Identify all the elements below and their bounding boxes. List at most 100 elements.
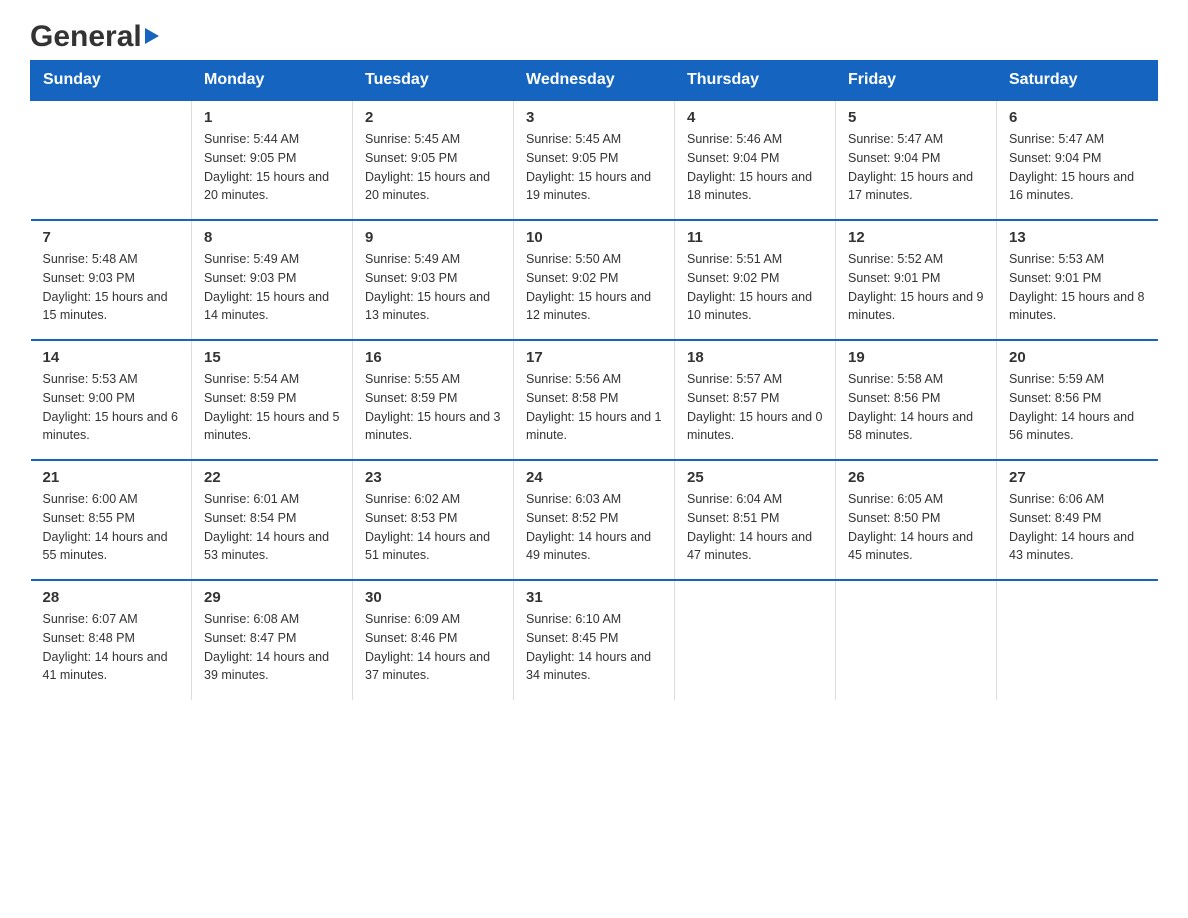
day-number: 31 xyxy=(526,589,662,606)
logo-general: General xyxy=(30,20,142,54)
day-number: 6 xyxy=(1009,109,1146,126)
weekday-header-tuesday: Tuesday xyxy=(353,61,514,101)
page-header: General xyxy=(30,20,1158,50)
calendar-week-row: 28Sunrise: 6:07 AMSunset: 8:48 PMDayligh… xyxy=(31,580,1158,700)
weekday-header-sunday: Sunday xyxy=(31,61,192,101)
day-info: Sunrise: 5:51 AMSunset: 9:02 PMDaylight:… xyxy=(687,250,823,325)
day-number: 1 xyxy=(204,109,340,126)
calendar-cell: 2Sunrise: 5:45 AMSunset: 9:05 PMDaylight… xyxy=(353,100,514,220)
day-info: Sunrise: 6:07 AMSunset: 8:48 PMDaylight:… xyxy=(43,610,180,685)
day-number: 27 xyxy=(1009,469,1146,486)
weekday-header-friday: Friday xyxy=(836,61,997,101)
day-number: 15 xyxy=(204,349,340,366)
day-number: 9 xyxy=(365,229,501,246)
day-info: Sunrise: 5:49 AMSunset: 9:03 PMDaylight:… xyxy=(204,250,340,325)
day-info: Sunrise: 5:54 AMSunset: 8:59 PMDaylight:… xyxy=(204,370,340,445)
calendar-cell: 23 Sunrise: 6:02 AMSunset: 8:53 PMDayligh… xyxy=(353,460,514,580)
day-number: 17 xyxy=(526,349,662,366)
day-info: Sunrise: 6:01 AMSunset: 8:54 PMDaylight:… xyxy=(204,490,340,565)
calendar-cell: 22 Sunrise: 6:01 AMSunset: 8:54 PMDayligh… xyxy=(192,460,353,580)
calendar-cell xyxy=(836,580,997,700)
day-number: 11 xyxy=(687,229,823,246)
day-number: 3 xyxy=(526,109,662,126)
calendar-cell: 7Sunrise: 5:48 AMSunset: 9:03 PMDaylight… xyxy=(31,220,192,340)
calendar-cell: 17 Sunrise: 5:56 AMSunset: 8:58 PMDayligh… xyxy=(514,340,675,460)
day-info: Sunrise: 5:55 AMSunset: 8:59 PMDaylight:… xyxy=(365,370,501,445)
calendar-cell: 3 Sunrise: 5:45 AMSunset: 9:05 PMDaylight… xyxy=(514,100,675,220)
calendar-cell: 26 Sunrise: 6:05 AMSunset: 8:50 PMDayligh… xyxy=(836,460,997,580)
calendar-cell: 19Sunrise: 5:58 AMSunset: 8:56 PMDayligh… xyxy=(836,340,997,460)
calendar-week-row: 21 Sunrise: 6:00 AMSunset: 8:55 PMDayligh… xyxy=(31,460,1158,580)
day-info: Sunrise: 5:44 AMSunset: 9:05 PMDaylight:… xyxy=(204,130,340,205)
calendar-week-row: 1 Sunrise: 5:44 AMSunset: 9:05 PMDaylight… xyxy=(31,100,1158,220)
calendar-cell: 16 Sunrise: 5:55 AMSunset: 8:59 PMDayligh… xyxy=(353,340,514,460)
day-info: Sunrise: 6:10 AMSunset: 8:45 PMDaylight:… xyxy=(526,610,662,685)
calendar-cell: 29 Sunrise: 6:08 AMSunset: 8:47 PMDayligh… xyxy=(192,580,353,700)
day-info: Sunrise: 6:04 AMSunset: 8:51 PMDaylight:… xyxy=(687,490,823,565)
day-number: 20 xyxy=(1009,349,1146,366)
day-info: Sunrise: 5:49 AMSunset: 9:03 PMDaylight:… xyxy=(365,250,501,325)
weekday-header-monday: Monday xyxy=(192,61,353,101)
day-number: 16 xyxy=(365,349,501,366)
day-info: Sunrise: 5:45 AMSunset: 9:05 PMDaylight:… xyxy=(365,130,501,205)
calendar-cell xyxy=(675,580,836,700)
calendar-table: SundayMondayTuesdayWednesdayThursdayFrid… xyxy=(30,60,1158,700)
calendar-cell: 15 Sunrise: 5:54 AMSunset: 8:59 PMDayligh… xyxy=(192,340,353,460)
day-number: 25 xyxy=(687,469,823,486)
day-number: 30 xyxy=(365,589,501,606)
day-info: Sunrise: 6:00 AMSunset: 8:55 PMDaylight:… xyxy=(43,490,180,565)
day-info: Sunrise: 6:03 AMSunset: 8:52 PMDaylight:… xyxy=(526,490,662,565)
day-number: 21 xyxy=(43,469,180,486)
day-number: 7 xyxy=(43,229,180,246)
weekday-header-row: SundayMondayTuesdayWednesdayThursdayFrid… xyxy=(31,61,1158,101)
calendar-cell: 8 Sunrise: 5:49 AMSunset: 9:03 PMDaylight… xyxy=(192,220,353,340)
day-info: Sunrise: 5:47 AMSunset: 9:04 PMDaylight:… xyxy=(1009,130,1146,205)
logo: General xyxy=(30,20,159,50)
day-number: 19 xyxy=(848,349,984,366)
day-info: Sunrise: 6:06 AMSunset: 8:49 PMDaylight:… xyxy=(1009,490,1146,565)
day-number: 8 xyxy=(204,229,340,246)
calendar-cell: 13Sunrise: 5:53 AMSunset: 9:01 PMDayligh… xyxy=(997,220,1158,340)
calendar-cell: 25 Sunrise: 6:04 AMSunset: 8:51 PMDayligh… xyxy=(675,460,836,580)
day-info: Sunrise: 5:45 AMSunset: 9:05 PMDaylight:… xyxy=(526,130,662,205)
weekday-header-thursday: Thursday xyxy=(675,61,836,101)
calendar-cell: 10 Sunrise: 5:50 AMSunset: 9:02 PMDayligh… xyxy=(514,220,675,340)
calendar-cell: 24 Sunrise: 6:03 AMSunset: 8:52 PMDayligh… xyxy=(514,460,675,580)
day-number: 24 xyxy=(526,469,662,486)
day-number: 26 xyxy=(848,469,984,486)
day-number: 18 xyxy=(687,349,823,366)
day-number: 12 xyxy=(848,229,984,246)
day-info: Sunrise: 6:08 AMSunset: 8:47 PMDaylight:… xyxy=(204,610,340,685)
day-info: Sunrise: 5:57 AMSunset: 8:57 PMDaylight:… xyxy=(687,370,823,445)
calendar-cell: 21 Sunrise: 6:00 AMSunset: 8:55 PMDayligh… xyxy=(31,460,192,580)
day-info: Sunrise: 6:09 AMSunset: 8:46 PMDaylight:… xyxy=(365,610,501,685)
day-number: 23 xyxy=(365,469,501,486)
calendar-cell: 30 Sunrise: 6:09 AMSunset: 8:46 PMDayligh… xyxy=(353,580,514,700)
day-number: 22 xyxy=(204,469,340,486)
day-info: Sunrise: 5:46 AMSunset: 9:04 PMDaylight:… xyxy=(687,130,823,205)
calendar-cell: 20 Sunrise: 5:59 AMSunset: 8:56 PMDayligh… xyxy=(997,340,1158,460)
calendar-cell xyxy=(31,100,192,220)
weekday-header-saturday: Saturday xyxy=(997,61,1158,101)
calendar-week-row: 14Sunrise: 5:53 AMSunset: 9:00 PMDayligh… xyxy=(31,340,1158,460)
day-info: Sunrise: 6:05 AMSunset: 8:50 PMDaylight:… xyxy=(848,490,984,565)
day-info: Sunrise: 5:50 AMSunset: 9:02 PMDaylight:… xyxy=(526,250,662,325)
calendar-cell: 31 Sunrise: 6:10 AMSunset: 8:45 PMDayligh… xyxy=(514,580,675,700)
day-number: 29 xyxy=(204,589,340,606)
day-info: Sunrise: 5:53 AMSunset: 9:00 PMDaylight:… xyxy=(43,370,180,445)
day-number: 13 xyxy=(1009,229,1146,246)
day-number: 10 xyxy=(526,229,662,246)
calendar-cell xyxy=(997,580,1158,700)
calendar-cell: 9 Sunrise: 5:49 AMSunset: 9:03 PMDaylight… xyxy=(353,220,514,340)
day-info: Sunrise: 5:56 AMSunset: 8:58 PMDaylight:… xyxy=(526,370,662,445)
day-info: Sunrise: 5:52 AMSunset: 9:01 PMDaylight:… xyxy=(848,250,984,325)
calendar-cell: 14Sunrise: 5:53 AMSunset: 9:00 PMDayligh… xyxy=(31,340,192,460)
day-info: Sunrise: 5:47 AMSunset: 9:04 PMDaylight:… xyxy=(848,130,984,205)
calendar-cell: 1 Sunrise: 5:44 AMSunset: 9:05 PMDaylight… xyxy=(192,100,353,220)
logo-triangle-icon xyxy=(145,28,159,44)
calendar-cell: 6 Sunrise: 5:47 AMSunset: 9:04 PMDaylight… xyxy=(997,100,1158,220)
day-info: Sunrise: 6:02 AMSunset: 8:53 PMDaylight:… xyxy=(365,490,501,565)
day-number: 5 xyxy=(848,109,984,126)
calendar-cell: 18 Sunrise: 5:57 AMSunset: 8:57 PMDayligh… xyxy=(675,340,836,460)
day-info: Sunrise: 5:59 AMSunset: 8:56 PMDaylight:… xyxy=(1009,370,1146,445)
